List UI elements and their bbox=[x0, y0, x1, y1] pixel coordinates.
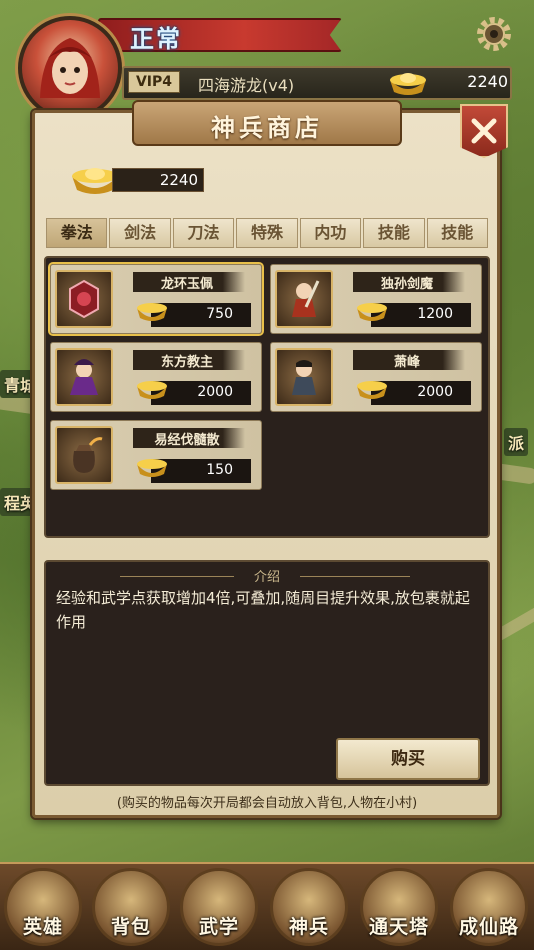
gold-ingot-icon bbox=[390, 73, 426, 95]
buy-button[interactable]: 购买 bbox=[336, 738, 480, 780]
item-name: 易经伐髓散 bbox=[154, 433, 220, 448]
swordsman-portrait-icon bbox=[292, 280, 320, 317]
settings-gear-icon[interactable] bbox=[474, 14, 514, 54]
item-price: 2000 bbox=[197, 384, 233, 400]
item-name: 萧峰 bbox=[393, 355, 420, 370]
item-name: 东方教主 bbox=[160, 355, 213, 370]
item-price: 1200 bbox=[417, 306, 453, 322]
nav-immortal-path-label: 成仙路 bbox=[458, 916, 519, 938]
server-name: 四海游龙(v4) bbox=[198, 76, 295, 95]
shop-title: 神兵商店 bbox=[211, 114, 323, 142]
item-price: 2000 bbox=[417, 384, 453, 400]
nav-martial-arts-label: 武学 bbox=[198, 916, 239, 938]
tab-skill-2[interactable]: 技能 bbox=[426, 218, 488, 248]
shop-item[interactable]: 龙环玉佩 750 bbox=[50, 264, 262, 334]
nav-divine-weapons-label: 神兵 bbox=[288, 916, 329, 938]
tab-blade[interactable]: 刀法 bbox=[172, 218, 235, 248]
shop-item[interactable]: 独孙剑魔 1200 bbox=[270, 264, 482, 334]
gold-amount: 2240 bbox=[467, 72, 508, 91]
close-button[interactable] bbox=[460, 104, 508, 158]
sect-leader-portrait-icon bbox=[70, 359, 98, 395]
status-label: 正常 bbox=[130, 25, 182, 53]
item-thumbnail bbox=[275, 348, 333, 406]
shop-item[interactable]: 东方教主 2000 bbox=[50, 342, 262, 412]
shop-footnote: (购买的物品每次开局都会自动放入背包,人物在小村) bbox=[116, 796, 418, 811]
close-x-icon bbox=[471, 118, 497, 144]
map-label-sect[interactable]: 派 bbox=[504, 428, 529, 456]
hero-xiaofeng-portrait-icon bbox=[292, 360, 316, 395]
item-thumbnail bbox=[275, 270, 333, 328]
hero-portrait-icon bbox=[40, 38, 100, 98]
nav-backpack-label: 背包 bbox=[110, 916, 151, 938]
category-tabs: 拳法 剑法 刀法 特殊 内功 技能 技能 bbox=[46, 218, 488, 248]
tab-special[interactable]: 特殊 bbox=[236, 218, 298, 248]
shop-item[interactable]: 易经伐髓散 150 bbox=[50, 420, 262, 490]
item-name: 独孙剑魔 bbox=[380, 277, 433, 292]
item-thumbnail bbox=[55, 270, 113, 328]
medicine-pouch-icon bbox=[73, 437, 103, 473]
item-description: 经验和武学点获取增加4倍,可叠加,随周目提升效果,放包裹就起作用 bbox=[56, 589, 470, 631]
shop-item[interactable]: 萧峰 2000 bbox=[270, 342, 482, 412]
shop-currency-amount: 2240 bbox=[159, 171, 198, 189]
item-price: 750 bbox=[206, 306, 233, 322]
tab-sword[interactable]: 剑法 bbox=[109, 218, 171, 248]
item-thumbnail bbox=[55, 348, 113, 406]
jade-pendant-icon bbox=[69, 279, 99, 319]
player-avatar[interactable] bbox=[18, 16, 122, 120]
tab-skill[interactable]: 技能 bbox=[363, 218, 425, 248]
vip-badge[interactable]: VIP4 bbox=[128, 71, 180, 93]
tab-fist[interactable]: 拳法 bbox=[46, 218, 108, 248]
item-price: 150 bbox=[206, 462, 233, 478]
item-thumbnail bbox=[55, 426, 113, 484]
item-name: 龙环玉佩 bbox=[160, 277, 213, 292]
description-header: 介绍 bbox=[234, 566, 300, 585]
tab-inner-skill[interactable]: 内功 bbox=[299, 218, 362, 248]
nav-heroes-label: 英雄 bbox=[22, 916, 63, 938]
nav-sky-tower-label: 通天塔 bbox=[368, 916, 429, 938]
